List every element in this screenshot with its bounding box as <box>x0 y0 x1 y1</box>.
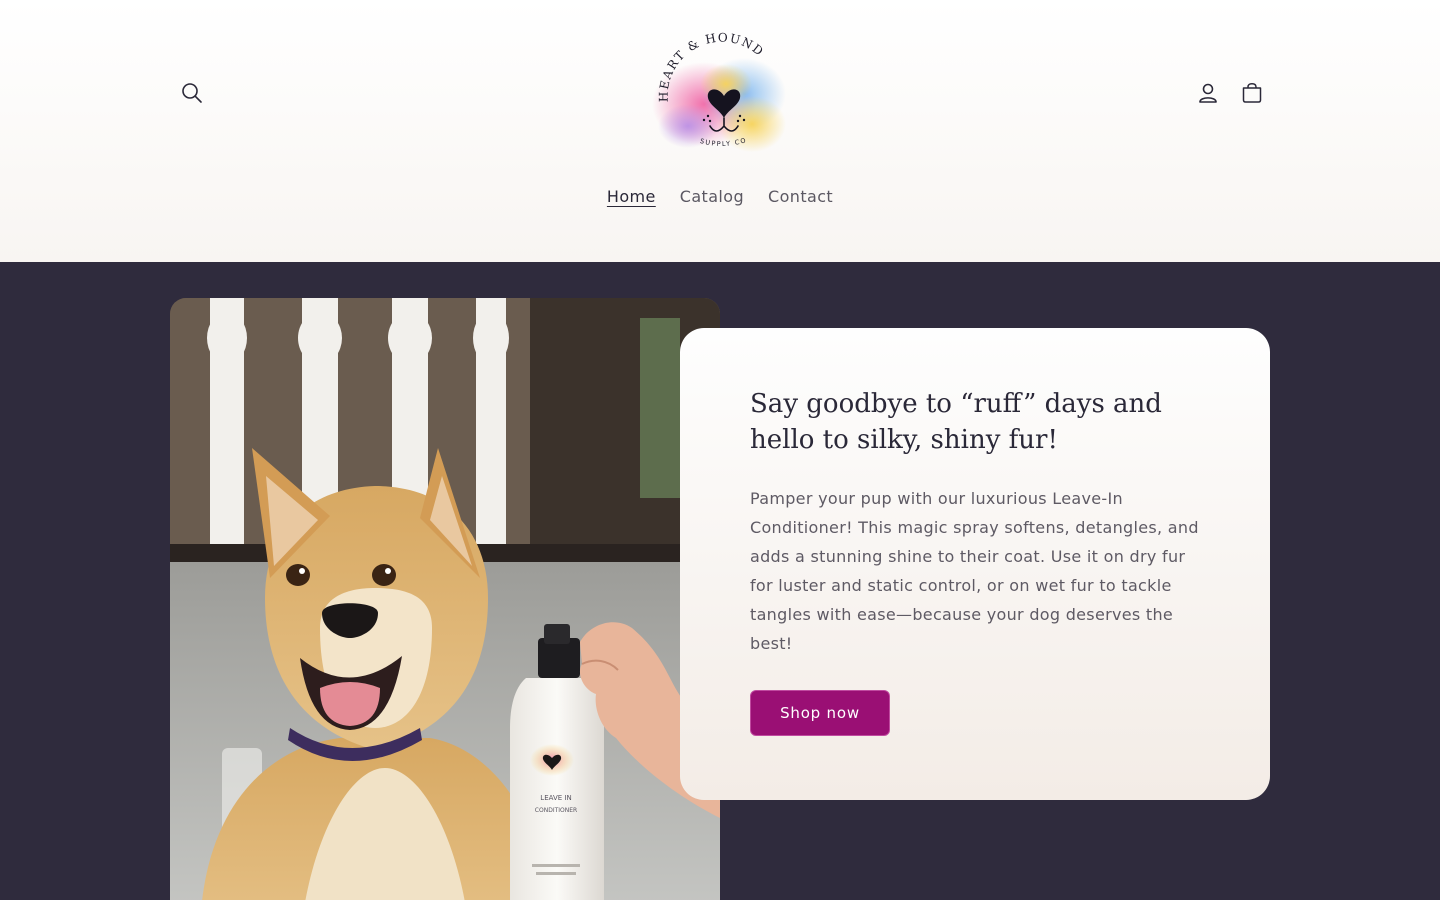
hero-section: LEAVE IN CONDITIONER Say goodbye to “ruf… <box>0 262 1440 900</box>
cart-icon[interactable] <box>1230 71 1274 115</box>
main-nav: Home Catalog Contact <box>0 184 1440 210</box>
hero-title: Say goodbye to “ruff” days and hello to … <box>750 389 1162 455</box>
bottle-label-line1: LEAVE IN <box>540 794 571 802</box>
account-icon[interactable] <box>1186 71 1230 115</box>
shop-now-button[interactable]: Shop now <box>750 690 890 736</box>
hero-dog-photo: LEAVE IN CONDITIONER <box>170 298 720 900</box>
brand-logo[interactable]: HEART & HOUND SUPPLY CO <box>640 22 800 162</box>
hero-description: Pamper your pup with our luxurious Leave… <box>750 489 1199 653</box>
site-header: HEART & HOUND SUPPLY CO Home Catalog Con… <box>0 0 1440 262</box>
hero-content-card: Say goodbye to “ruff” days and hello to … <box>680 328 1270 800</box>
search-icon[interactable] <box>170 71 214 115</box>
nav-item-catalog[interactable]: Catalog <box>668 184 756 210</box>
nav-item-home[interactable]: Home <box>595 184 668 210</box>
nav-item-contact[interactable]: Contact <box>756 184 845 210</box>
bottle-label-line2: CONDITIONER <box>535 807 577 814</box>
